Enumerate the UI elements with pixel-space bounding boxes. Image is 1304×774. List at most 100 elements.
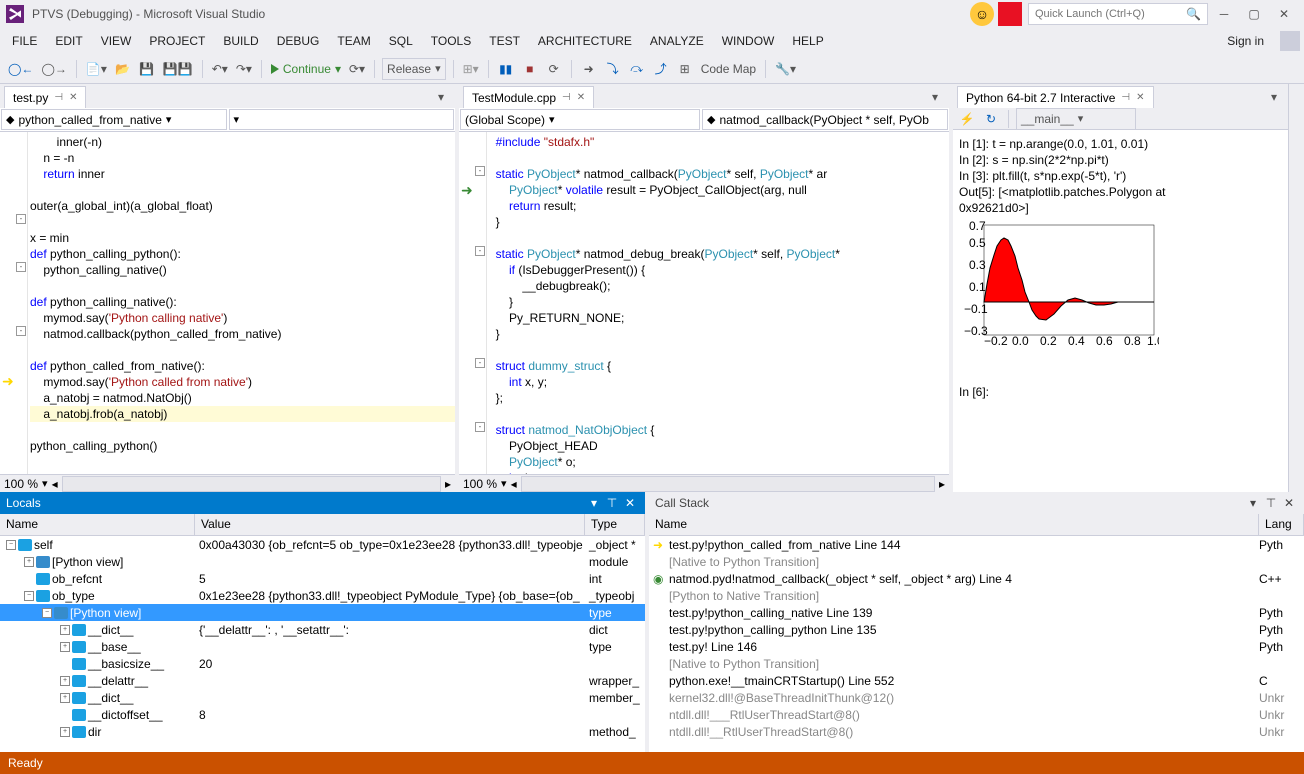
stop-button[interactable]: ■ xyxy=(520,58,540,80)
restart-button[interactable]: ⟳▾ xyxy=(347,58,367,80)
close-tab-icon[interactable]: ✕ xyxy=(1136,92,1144,103)
col-lang[interactable]: Lang xyxy=(1259,514,1304,535)
member-selector[interactable]: ▾ xyxy=(229,109,455,130)
menu-build[interactable]: BUILD xyxy=(215,30,266,52)
quick-launch-field[interactable] xyxy=(1035,8,1186,20)
locals-row[interactable]: __dictoffset__8 xyxy=(0,706,645,723)
minimize-button[interactable]: ─ xyxy=(1210,3,1238,25)
close-button[interactable]: ✕ xyxy=(1270,3,1298,25)
locals-row[interactable]: −ob_type0x1e23ee28 {python33.dll!_typeob… xyxy=(0,587,645,604)
zoom-level[interactable]: 100 % xyxy=(463,477,497,491)
callstack-row[interactable]: test.py! Line 146Pyth xyxy=(649,638,1304,655)
callstack-row[interactable]: ntdll.dll!__RtlUserThreadStart@8()Unkr xyxy=(649,723,1304,740)
locals-row[interactable]: __basicsize__20 xyxy=(0,655,645,672)
menu-edit[interactable]: EDIT xyxy=(47,30,90,52)
notifications-flag-icon[interactable] xyxy=(998,2,1022,26)
locals-row[interactable]: +dirmethod_ xyxy=(0,723,645,740)
locals-row[interactable]: −[Python view]type xyxy=(0,604,645,621)
reset-icon[interactable]: ↻ xyxy=(981,108,1001,130)
code-editor-2[interactable]: - ➜ - - - #include "stdafx.h" static PyO… xyxy=(459,132,949,474)
process-button[interactable]: ⊞▾ xyxy=(461,58,481,80)
tools-button[interactable]: 🔧▾ xyxy=(773,58,798,80)
col-type[interactable]: Type xyxy=(585,514,645,535)
callstack-row[interactable]: ◉natmod.pyd!natmod_callback(_object * se… xyxy=(649,570,1304,587)
refresh-button[interactable]: ⟳ xyxy=(544,58,564,80)
pause-button[interactable]: ▮▮ xyxy=(496,58,516,80)
menu-architecture[interactable]: ARCHITECTURE xyxy=(530,30,640,52)
menu-view[interactable]: VIEW xyxy=(93,30,140,52)
callstack-row[interactable]: test.py!python_calling_python Line 135Py… xyxy=(649,621,1304,638)
maximize-button[interactable]: ▢ xyxy=(1240,3,1268,25)
continue-button[interactable]: Continue ▾ xyxy=(269,58,343,80)
menu-team[interactable]: TEAM xyxy=(329,30,378,52)
interrupt-icon[interactable]: ⚡ xyxy=(957,108,977,130)
callstack-row[interactable]: test.py!python_calling_native Line 139Py… xyxy=(649,604,1304,621)
h-scrollbar[interactable] xyxy=(62,476,441,492)
tab-overflow-icon[interactable]: ▾ xyxy=(925,86,945,108)
cpp-scope-selector[interactable]: (Global Scope) ▾ xyxy=(460,109,700,130)
show-next-statement-button[interactable]: ➜ xyxy=(579,58,599,80)
sign-in-link[interactable]: Sign in xyxy=(1219,30,1272,52)
code-editor-1[interactable]: - - - ➜ inner(-n) n = -n return inner ou… xyxy=(0,132,455,474)
callstack-row[interactable]: python.exe!__tmainCRTStartup() Line 552C xyxy=(649,672,1304,689)
tab-interactive[interactable]: Python 64-bit 2.7 Interactive ⊣ ✕ xyxy=(957,86,1154,108)
module-select[interactable]: __main__ ▾ xyxy=(1016,108,1136,130)
menu-help[interactable]: HELP xyxy=(784,30,831,52)
pin-icon[interactable]: ⊣ xyxy=(1121,92,1130,103)
menu-test[interactable]: TEST xyxy=(481,30,528,52)
menu-window[interactable]: WINDOW xyxy=(714,30,783,52)
step-into-button[interactable]: ⤵ xyxy=(603,58,623,80)
interactive-output[interactable]: In [1]: t = np.arange(0.0, 1.01, 0.01) I… xyxy=(953,130,1288,492)
h-scrollbar[interactable] xyxy=(521,476,935,492)
locals-row[interactable]: +__dict__member_ xyxy=(0,689,645,706)
right-tool-strip[interactable] xyxy=(1288,84,1304,492)
nav-back-button[interactable]: ◯← xyxy=(6,58,35,80)
configuration-select[interactable]: Release ▾ xyxy=(382,58,446,80)
menu-debug[interactable]: DEBUG xyxy=(269,30,328,52)
menu-sql[interactable]: SQL xyxy=(381,30,421,52)
locals-row[interactable]: +[Python view]module xyxy=(0,553,645,570)
scope-selector[interactable]: ◆ python_called_from_native ▾ xyxy=(1,109,227,130)
menu-analyze[interactable]: ANALYZE xyxy=(642,30,712,52)
pin-icon[interactable]: ⊣ xyxy=(54,92,63,103)
col-name[interactable]: Name xyxy=(649,514,1259,535)
close-panel-icon[interactable]: ✕ xyxy=(621,496,639,510)
tab-overflow-icon[interactable]: ▾ xyxy=(1264,86,1284,108)
locals-row[interactable]: +__delattr__wrapper_ xyxy=(0,672,645,689)
close-panel-icon[interactable]: ✕ xyxy=(1280,496,1298,510)
callstack-row[interactable]: ➜test.py!python_called_from_native Line … xyxy=(649,536,1304,553)
user-avatar-icon[interactable] xyxy=(1280,31,1300,51)
locals-row[interactable]: ob_refcnt5int xyxy=(0,570,645,587)
pin-icon[interactable]: ⊣ xyxy=(562,92,571,103)
open-file-button[interactable]: 📂 xyxy=(113,58,133,80)
window-position-icon[interactable]: ▾ xyxy=(585,496,603,510)
locals-row[interactable]: −self0x00a43030 {ob_refcnt=5 ob_type=0x1… xyxy=(0,536,645,553)
locals-header[interactable]: Locals ▾ ⊤ ✕ xyxy=(0,492,645,514)
codemap-icon[interactable]: ⊞ xyxy=(675,58,695,80)
menu-tools[interactable]: TOOLS xyxy=(423,30,479,52)
new-project-button[interactable]: 📄▾ xyxy=(84,58,109,80)
pin-icon[interactable]: ⊤ xyxy=(1262,496,1280,510)
scroll-right-icon[interactable]: ▸ xyxy=(939,477,945,491)
callstack-row[interactable]: kernel32.dll!@BaseThreadInitThunk@12()Un… xyxy=(649,689,1304,706)
step-out-button[interactable]: ⤴ xyxy=(651,58,671,80)
close-tab-icon[interactable]: ✕ xyxy=(577,92,585,103)
locals-row[interactable]: +__dict__{'__delattr__': , '__setattr__'… xyxy=(0,621,645,638)
locals-row[interactable]: +__base__type xyxy=(0,638,645,655)
quick-launch-input[interactable]: 🔍 xyxy=(1028,3,1208,25)
save-all-button[interactable]: 💾💾 xyxy=(161,58,195,80)
step-over-button[interactable]: ⤼ xyxy=(627,58,647,80)
feedback-smile-icon[interactable]: ☺ xyxy=(970,2,994,26)
callstack-row[interactable]: [Python to Native Transition] xyxy=(649,587,1304,604)
menu-project[interactable]: PROJECT xyxy=(141,30,213,52)
callstack-row[interactable]: [Native to Python Transition] xyxy=(649,655,1304,672)
pin-icon[interactable]: ⊤ xyxy=(603,496,621,510)
repl-prompt[interactable]: In [6]: xyxy=(959,384,1282,400)
locals-grid[interactable]: Name Value Type −self0x00a43030 {ob_refc… xyxy=(0,514,645,752)
tab-testmodule-cpp[interactable]: TestModule.cpp ⊣ ✕ xyxy=(463,86,594,108)
codemap-button[interactable]: Code Map xyxy=(699,58,758,80)
callstack-grid[interactable]: Name Lang ➜test.py!python_called_from_na… xyxy=(649,514,1304,752)
callstack-header[interactable]: Call Stack ▾ ⊤ ✕ xyxy=(649,492,1304,514)
scroll-right-icon[interactable]: ▸ xyxy=(445,477,451,491)
nav-forward-button[interactable]: ◯→ xyxy=(39,58,68,80)
